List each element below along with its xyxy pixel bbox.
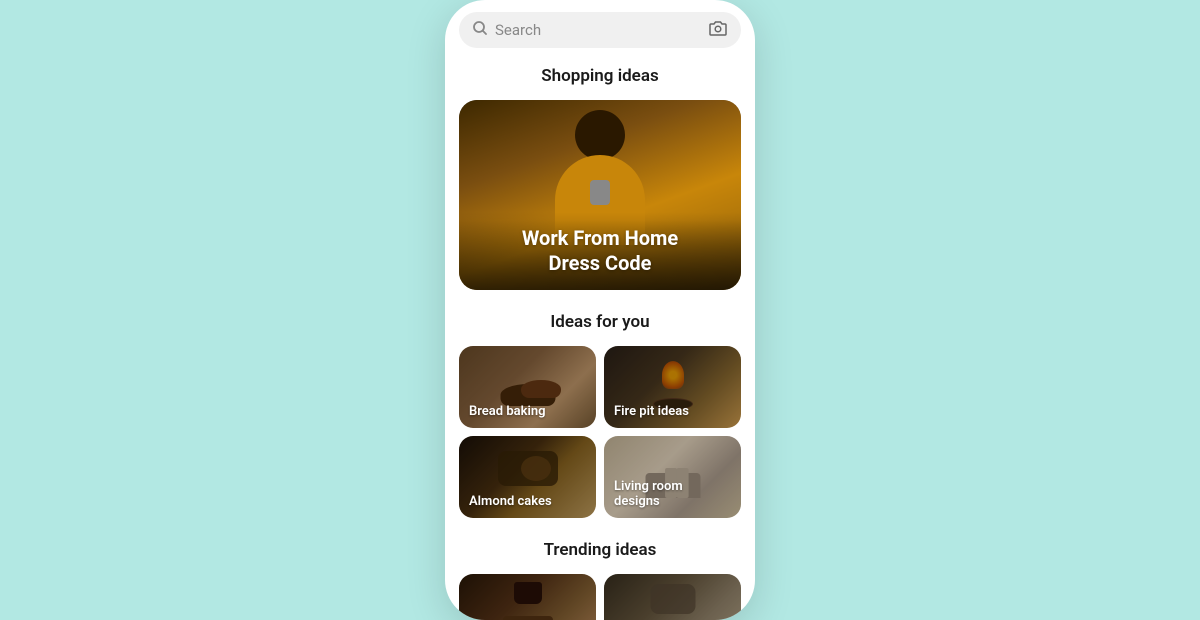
trending-section-title: Trending ideas (459, 540, 741, 560)
featured-card-text-overlay: Work From Home Dress Code (459, 212, 741, 290)
phone-frame: Search Shopping ideas Work From (445, 0, 755, 620)
trend-card-coffee[interactable]: Coffee recipes (459, 574, 596, 620)
search-bar[interactable]: Search (459, 12, 741, 48)
idea-card-bread-baking[interactable]: Bread baking (459, 346, 596, 428)
camera-icon[interactable] (709, 20, 727, 40)
idea-card-fire-pit[interactable]: Fire pit ideas (604, 346, 741, 428)
coffee-overlay: Coffee recipes (459, 574, 596, 620)
living-room-label: Living room designs (614, 479, 731, 510)
idea-card-almond-cakes[interactable]: Almond cakes (459, 436, 596, 518)
shopping-section-title: Shopping ideas (459, 66, 741, 86)
ideas-section-title: Ideas for you (459, 312, 741, 332)
almond-cakes-label: Almond cakes (469, 494, 552, 510)
trend-card-spa[interactable]: Spa day at home (604, 574, 741, 620)
spa-overlay: Spa day at home (604, 574, 741, 620)
mug-shape (590, 180, 610, 205)
fire-pit-overlay: Fire pit ideas (604, 346, 741, 428)
person-head-shape (575, 110, 625, 160)
featured-card[interactable]: Work From Home Dress Code (459, 100, 741, 290)
living-room-overlay: Living room designs (604, 436, 741, 518)
search-placeholder: Search (495, 21, 701, 39)
ideas-grid: Bread baking Fire pit ideas (459, 346, 741, 518)
bread-baking-overlay: Bread baking (459, 346, 596, 428)
almond-cakes-overlay: Almond cakes (459, 436, 596, 518)
trending-grid: Coffee recipes Spa day at home (459, 574, 741, 620)
scroll-area[interactable]: Search Shopping ideas Work From (445, 0, 755, 620)
idea-card-living-room[interactable]: Living room designs (604, 436, 741, 518)
fire-pit-label: Fire pit ideas (614, 404, 689, 420)
featured-card-title: Work From Home Dress Code (475, 226, 725, 276)
search-icon (473, 21, 487, 39)
bread-baking-label: Bread baking (469, 404, 546, 420)
